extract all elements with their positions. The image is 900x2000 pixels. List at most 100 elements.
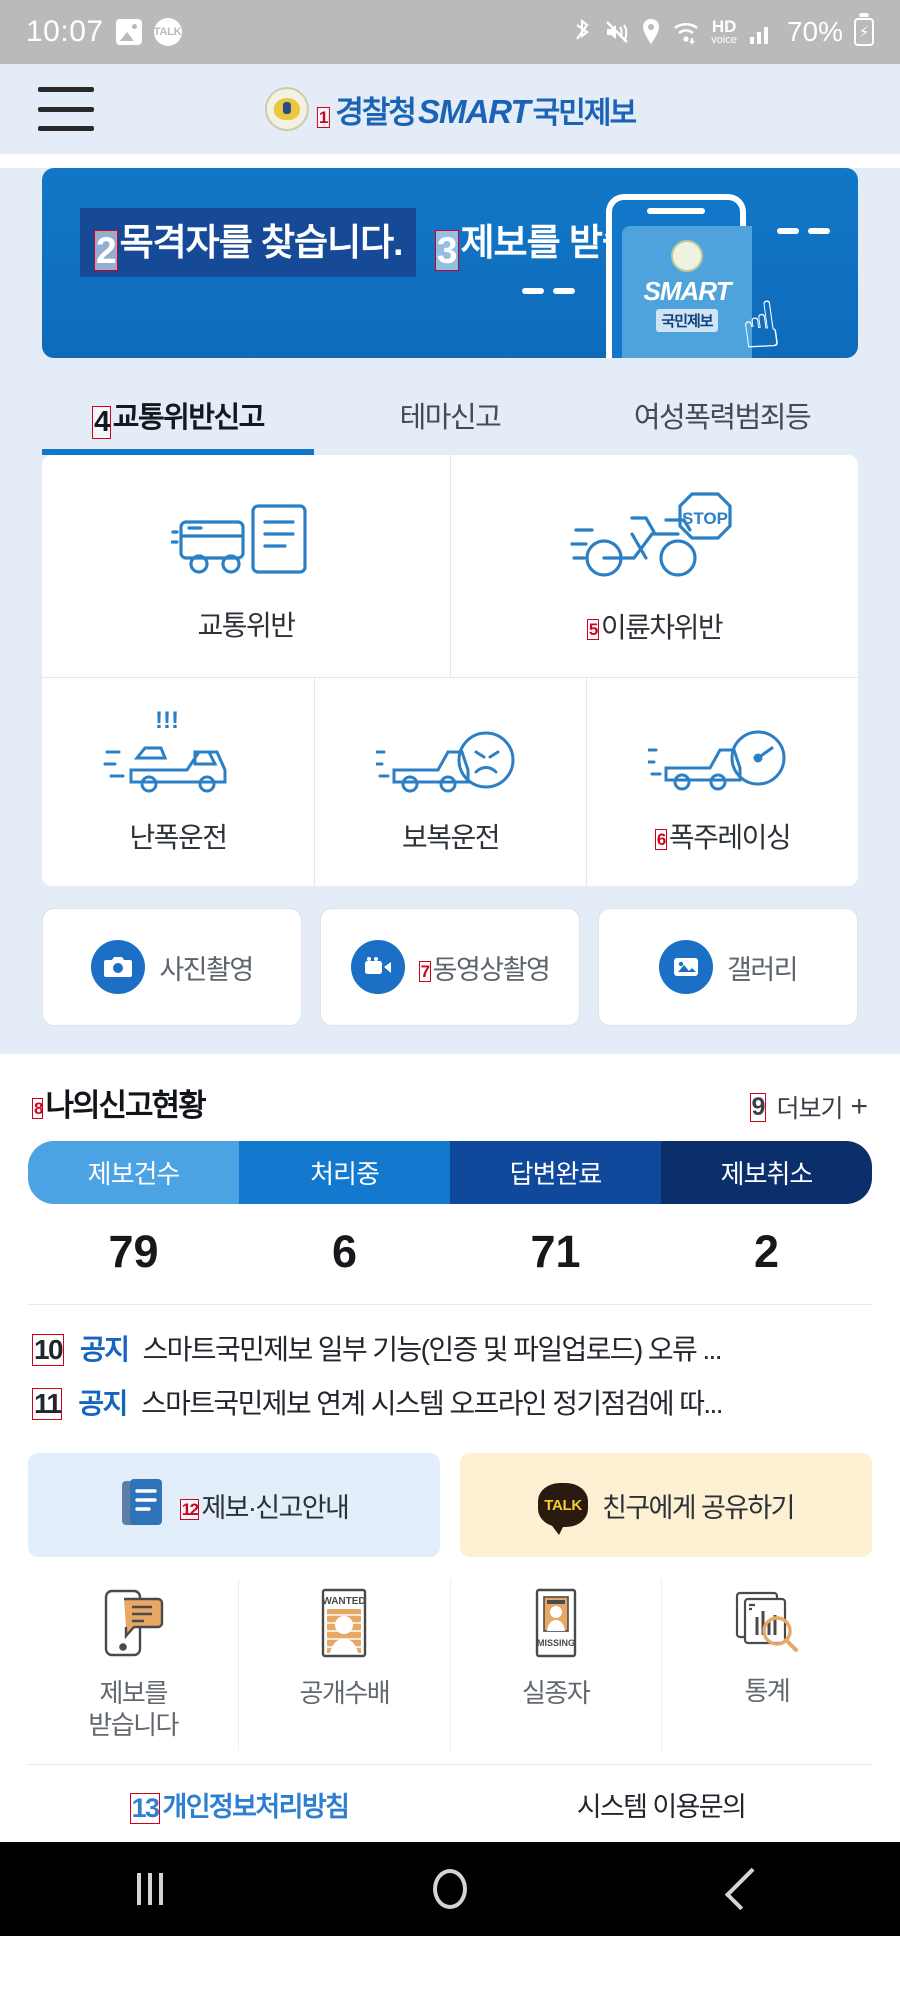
footer-links: 13 개인정보처리방침 시스템 이용문의 <box>28 1763 872 1842</box>
marker-2: 2 <box>94 230 118 272</box>
hamburger-menu-icon[interactable] <box>38 87 94 131</box>
report-type-traffic-violation[interactable]: 교통위반 <box>42 455 450 677</box>
guide-book-icon <box>120 1477 166 1534</box>
report-stats-header: 제보건수 처리중 답변완료 제보취소 <box>28 1141 872 1205</box>
quick-link-statistics[interactable]: 통계 <box>660 1579 872 1750</box>
missing-person-icon: MISSING <box>527 1587 585 1664</box>
svg-text:!!!: !!! <box>155 708 179 734</box>
logo-brand: SMART <box>417 92 531 130</box>
voice-label: voice <box>711 34 737 46</box>
report-type-street-racing[interactable]: 6 폭주레이싱 <box>586 678 858 887</box>
stat-value-processing: 6 <box>331 1226 358 1278</box>
gallery-button[interactable]: 갤러리 <box>598 908 858 1027</box>
report-category-tabs: 4 교통위반신고 테마신고 여성폭력범죄등 <box>42 384 858 456</box>
mute-vibrate-icon <box>604 19 630 45</box>
main-blue-section: 2 목격자를 찾습니다. 3 제보를 받습니다. SMART 국민제보 ☝ 4 … <box>0 168 900 1055</box>
speeding-race-icon <box>647 708 798 800</box>
share-friend-button[interactable]: TALK 친구에게 공유하기 <box>460 1453 872 1558</box>
logo-text: 1 경찰청 SMART 국민제보 <box>316 87 637 132</box>
report-type-reckless-driving[interactable]: !!! 난폭운전 <box>42 678 314 886</box>
tab-traffic-violation-label: 교통위반신고 <box>112 402 266 434</box>
report-type-street-racing-label: 6 폭주레이싱 <box>654 816 792 856</box>
back-button[interactable] <box>600 1867 900 1911</box>
marker-13: 13 <box>129 1793 161 1825</box>
bluetooth-icon <box>571 18 593 46</box>
home-button[interactable] <box>300 1869 600 1910</box>
app-logo[interactable]: 1 경찰청 SMART 국민제보 <box>264 87 637 132</box>
report-grid-row-1: 교통위반 STOP 5 이륜차위반 <box>42 455 858 678</box>
stat-header-cancelled[interactable]: 제보취소 <box>661 1141 872 1205</box>
tab-theme-report[interactable]: 테마신고 <box>314 384 586 455</box>
notice-item-1[interactable]: 10 공지 스마트국민제보 일부 기능(인증 및 파일업로드) 오류 ... <box>32 1321 868 1375</box>
report-grid-row-2: !!! 난폭운전 보복운전 6 폭주레이싱 <box>42 677 858 887</box>
gallery-image-icon <box>658 940 713 995</box>
tab-women-violence[interactable]: 여성폭력범죄등 <box>586 384 858 455</box>
stat-value-answered: 71 <box>530 1226 581 1278</box>
video-camera-icon <box>350 940 405 995</box>
wanted-poster-icon: WANTED <box>313 1587 375 1664</box>
video-capture-button[interactable]: 7 동영상촬영 <box>320 908 580 1027</box>
marker-10: 10 <box>32 1334 64 1367</box>
svg-text:MISSING: MISSING <box>537 1638 575 1648</box>
stat-header-total-label: 제보건수 <box>87 1159 181 1190</box>
marker-8: 8 <box>32 1097 44 1119</box>
lower-white-section: 8 나의신고현황 9 더보기 + 제보건수 처리중 답변완료 제보취소 79 6 … <box>0 1054 900 1843</box>
notice-text-1: 스마트국민제보 일부 기능(인증 및 파일업로드) 오류 ... <box>142 1334 721 1366</box>
photo-capture-label: 사진촬영 <box>159 954 254 985</box>
banner-line1-text: 목격자를 찾습니다. <box>119 222 404 263</box>
camera-icon <box>91 940 146 995</box>
stat-header-total[interactable]: 제보건수 <box>28 1141 239 1205</box>
report-type-road-rage[interactable]: 보복운전 <box>314 678 586 887</box>
system-inquiry-link[interactable]: 시스템 이용문의 <box>450 1765 872 1842</box>
quick-link-missing-label: 실종자 <box>521 1678 591 1709</box>
stat-value-total: 79 <box>108 1226 159 1278</box>
banner-dashes-right <box>777 228 830 234</box>
phone-notch <box>647 208 705 214</box>
quick-link-wanted-label: 공개수배 <box>299 1678 391 1709</box>
marker-12: 12 <box>179 1499 200 1521</box>
my-reports-title-text: 나의신고현황 <box>45 1088 206 1124</box>
notice-item-2[interactable]: 11 공지 스마트국민제보 연계 시스템 오프라인 정기점검에 따... <box>32 1375 868 1429</box>
status-bar-left: 10:07 TALK <box>26 15 182 49</box>
capture-actions: 사진촬영 7 동영상촬영 갤러리 <box>42 908 858 1027</box>
quick-link-wanted[interactable]: WANTED 공개수배 <box>238 1579 449 1750</box>
pointing-hand-icon: ☝ <box>736 287 785 358</box>
report-guide-label: 12 제보·신고안내 <box>179 1486 350 1525</box>
report-type-motorcycle-violation[interactable]: STOP 5 이륜차위반 <box>450 455 858 678</box>
banner-line-1: 2 목격자를 찾습니다. <box>80 208 417 278</box>
kakaotalk-icon: TALK <box>153 18 182 46</box>
motorcycle-stop-sign-icon: STOP <box>569 486 740 590</box>
svg-text:STOP: STOP <box>682 509 728 528</box>
hd-voice-icon: HD voice <box>711 18 737 46</box>
photo-capture-button[interactable]: 사진촬영 <box>42 908 302 1027</box>
recents-button[interactable] <box>0 1873 300 1906</box>
stat-header-answered[interactable]: 답변완료 <box>450 1141 661 1205</box>
signal-icon <box>748 19 774 45</box>
app-screen: 10:07 TALK HD voice 70% ⚡ 1 경찰청 SMART 국민… <box>0 0 900 2000</box>
report-guide-button[interactable]: 12 제보·신고안내 <box>28 1453 440 1558</box>
my-reports-header: 8 나의신고현황 9 더보기 + <box>28 1080 872 1141</box>
quick-link-tip-report[interactable]: 제보를 받습니다 <box>28 1579 238 1749</box>
location-icon <box>641 18 661 46</box>
phone-mockup-icon: SMART 국민제보 <box>606 194 752 358</box>
marker-3: 3 <box>434 230 459 272</box>
stat-header-cancelled-label: 제보취소 <box>720 1159 814 1190</box>
kakao-talk-text: TALK <box>544 1496 582 1514</box>
share-friend-label: 친구에게 공유하기 <box>602 1492 795 1523</box>
more-button[interactable]: 9 더보기 + <box>749 1089 868 1125</box>
banner-dashes-left <box>522 288 575 294</box>
quick-link-missing[interactable]: MISSING 실종자 <box>449 1579 661 1750</box>
video-capture-label-text: 동영상촬영 <box>432 954 551 985</box>
phone-brand-text: SMART <box>643 276 732 306</box>
tab-traffic-violation[interactable]: 4 교통위반신고 <box>42 384 314 456</box>
stat-header-processing[interactable]: 처리중 <box>239 1141 450 1205</box>
hd-label: HD <box>711 17 737 36</box>
promo-banner[interactable]: 2 목격자를 찾습니다. 3 제보를 받습니다. SMART 국민제보 ☝ <box>42 168 858 358</box>
marker-7: 7 <box>418 961 431 983</box>
privacy-policy-link[interactable]: 13 개인정보처리방침 <box>28 1765 450 1842</box>
report-guide-label-text: 제보·신고안내 <box>201 1492 349 1523</box>
svg-text:WANTED: WANTED <box>323 1596 366 1607</box>
marker-11: 11 <box>32 1388 63 1421</box>
marker-6: 6 <box>654 829 667 851</box>
battery-percent: 70% <box>786 16 843 47</box>
